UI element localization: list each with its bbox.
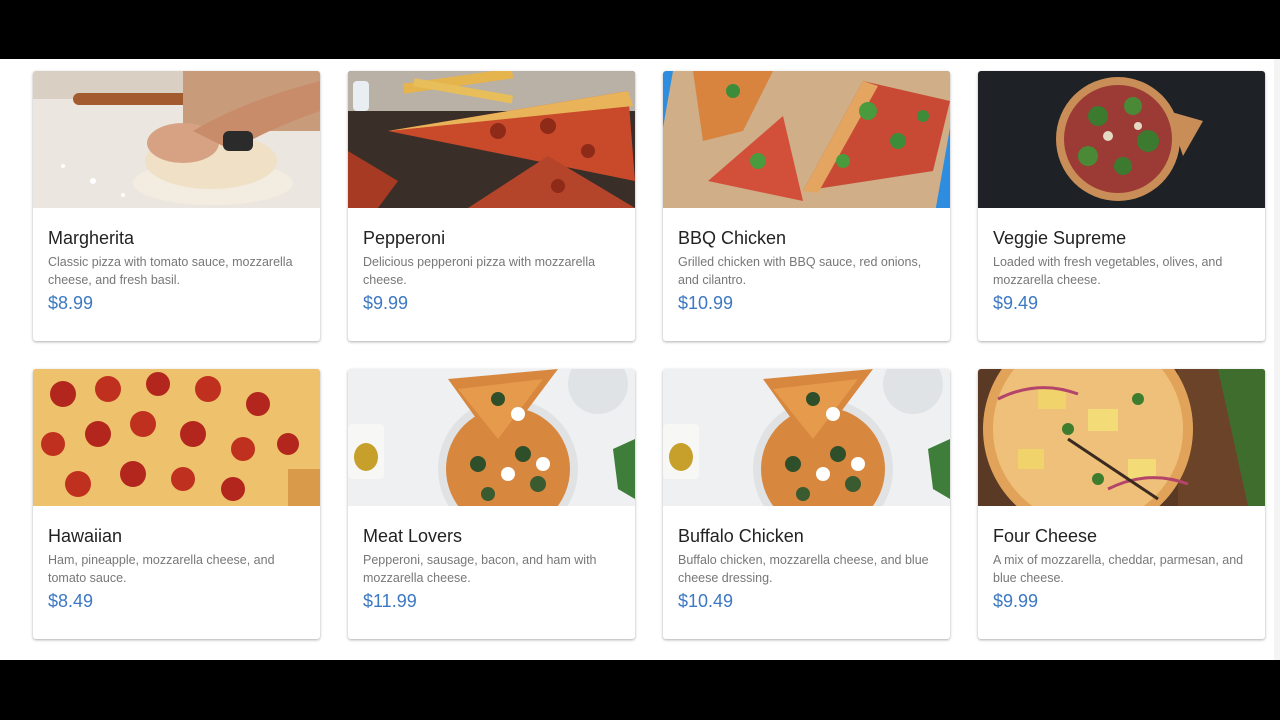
pizza-price: $11.99: [363, 591, 417, 611]
menu-grid: Margherita Classic pizza with tomato sau…: [33, 71, 1265, 639]
pizza-name: Margherita: [48, 228, 135, 248]
menu-card-veggie-supreme[interactable]: Veggie Supreme Loaded with fresh vegetab…: [978, 71, 1265, 341]
menu-card-buffalo-chicken[interactable]: Buffalo Chicken Buffalo chicken, mozzare…: [663, 369, 950, 639]
pizza-name: Buffalo Chicken: [678, 526, 804, 546]
pizza-description: A mix of mozzarella, cheddar, parmesan, …: [993, 553, 1244, 585]
pizza-description: Buffalo chicken, mozzarella cheese, and …: [678, 553, 929, 585]
card-body: Margherita Classic pizza with tomato sau…: [33, 208, 320, 314]
pizza-name: Veggie Supreme: [993, 228, 1127, 248]
card-body: Buffalo Chicken Buffalo chicken, mozzare…: [663, 506, 950, 612]
card-body: Pepperoni Delicious pepperoni pizza with…: [348, 208, 635, 314]
dough-kneading-photo: [33, 71, 320, 208]
pizza-price: $10.99: [678, 293, 734, 313]
menu-card-margherita[interactable]: Margherita Classic pizza with tomato sau…: [33, 71, 320, 341]
card-body: Meat Lovers Pepperoni, sausage, bacon, a…: [348, 506, 635, 612]
pizza-name: Hawaiian: [48, 526, 123, 546]
arugula-pizza-on-board-photo: [663, 71, 950, 208]
veggie-pizza-dark-background-photo: [978, 71, 1265, 208]
card-body: BBQ Chicken Grilled chicken with BBQ sau…: [663, 208, 950, 314]
menu-page: Margherita Classic pizza with tomato sau…: [0, 59, 1280, 660]
pizza-price: $8.99: [48, 293, 94, 313]
page-scrollbar[interactable]: [1274, 59, 1280, 660]
pizza-slice-with-fries-photo: [348, 71, 635, 208]
pepperoni-pizza-closeup-photo: [33, 369, 320, 506]
spinach-mozzarella-pizza-photo: [348, 369, 635, 506]
pizza-description: Classic pizza with tomato sauce, mozzare…: [48, 255, 293, 287]
card-body: Hawaiian Ham, pineapple, mozzarella chee…: [33, 506, 320, 612]
spinach-mozzarella-pizza-photo: [663, 369, 950, 506]
card-body: Four Cheese A mix of mozzarella, cheddar…: [978, 506, 1265, 612]
menu-card-bbq-chicken[interactable]: BBQ Chicken Grilled chicken with BBQ sau…: [663, 71, 950, 341]
menu-card-pepperoni[interactable]: Pepperoni Delicious pepperoni pizza with…: [348, 71, 635, 341]
loaded-pizza-wood-board-photo: [978, 369, 1265, 506]
pizza-price: $9.99: [363, 293, 409, 313]
pizza-description: Delicious pepperoni pizza with mozzarell…: [363, 255, 596, 287]
pizza-description: Loaded with fresh vegetables, olives, an…: [993, 255, 1223, 287]
menu-card-hawaiian[interactable]: Hawaiian Ham, pineapple, mozzarella chee…: [33, 369, 320, 639]
pizza-description: Pepperoni, sausage, bacon, and ham with …: [363, 553, 597, 585]
pizza-price: $9.99: [993, 591, 1039, 611]
menu-card-meat-lovers[interactable]: Meat Lovers Pepperoni, sausage, bacon, a…: [348, 369, 635, 639]
pizza-price: $9.49: [993, 293, 1039, 313]
pizza-name: BBQ Chicken: [678, 228, 787, 248]
pizza-name: Meat Lovers: [363, 526, 463, 546]
pizza-price: $8.49: [48, 591, 94, 611]
pizza-name: Pepperoni: [363, 228, 446, 248]
pizza-description: Grilled chicken with BBQ sauce, red onio…: [678, 255, 922, 287]
pizza-name: Four Cheese: [993, 526, 1098, 546]
pizza-description: Ham, pineapple, mozzarella cheese, and t…: [48, 553, 275, 585]
pizza-price: $10.49: [678, 591, 734, 611]
menu-card-four-cheese[interactable]: Four Cheese A mix of mozzarella, cheddar…: [978, 369, 1265, 639]
card-body: Veggie Supreme Loaded with fresh vegetab…: [978, 208, 1265, 314]
